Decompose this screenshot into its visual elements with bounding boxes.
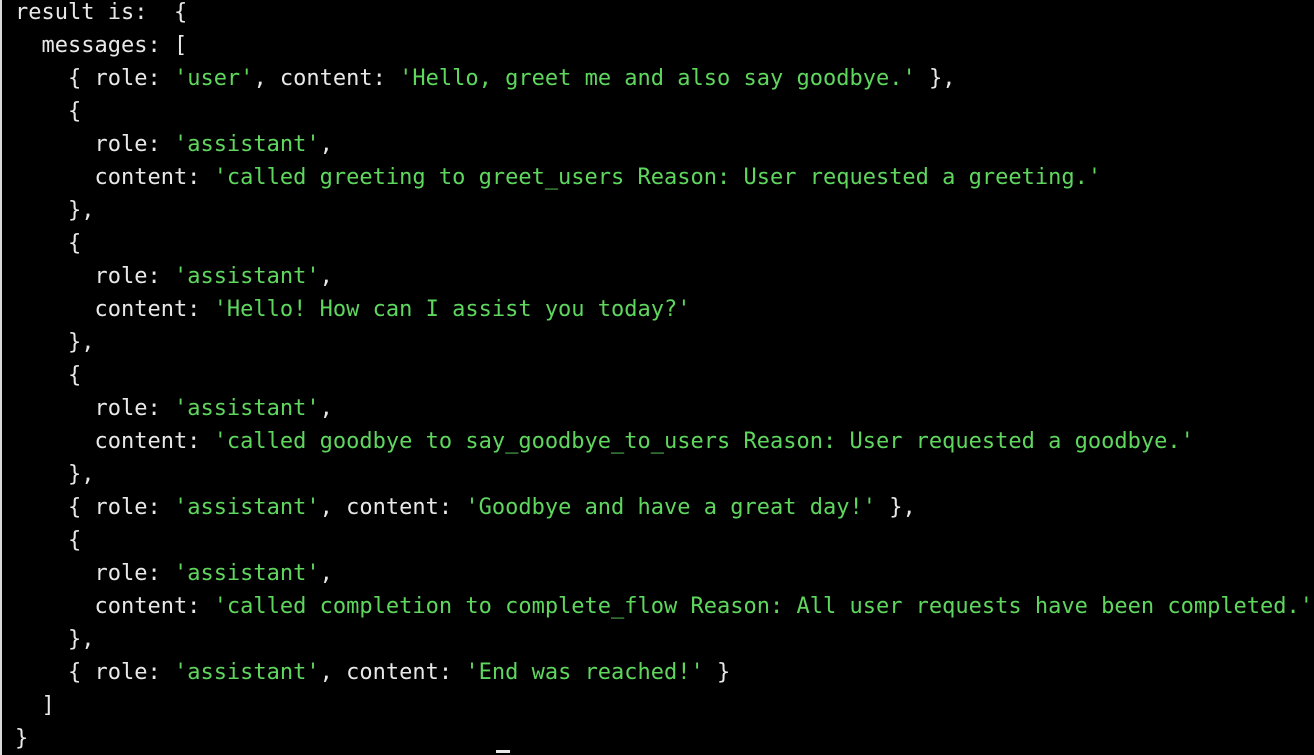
output-line: { <box>15 231 1313 264</box>
string-literal: 'assistant' <box>173 132 320 157</box>
code-text: }, <box>15 627 95 652</box>
output-line: messages: [ <box>15 33 1313 66</box>
code-text: }, <box>15 330 95 355</box>
text-cursor <box>496 750 510 753</box>
output-line: ] <box>15 693 1313 726</box>
output-line: role: 'assistant', <box>15 561 1313 594</box>
string-literal: 'assistant' <box>173 660 320 685</box>
string-literal: 'user' <box>173 66 254 91</box>
code-text: }, <box>15 198 95 223</box>
code-text: }, <box>915 66 956 91</box>
output-line: }, <box>15 330 1313 363</box>
code-text: , <box>319 132 333 157</box>
string-literal: 'Hello, greet me and also say goodbye.' <box>399 66 916 91</box>
output-line: }, <box>15 627 1313 660</box>
output-line: { <box>15 99 1313 132</box>
code-text: { role: <box>15 660 174 685</box>
output-line: { <box>15 363 1313 396</box>
string-literal: 'called completion to complete_flow Reas… <box>213 594 1314 619</box>
code-text: , content: <box>253 66 400 91</box>
code-text: content: <box>15 297 214 322</box>
code-text: role: <box>15 561 174 586</box>
output-line: { role: 'assistant', content: 'Goodbye a… <box>15 495 1313 528</box>
code-text: , content: <box>319 660 466 685</box>
string-literal: 'called greeting to greet_users Reason: … <box>213 165 1102 190</box>
code-text: }, <box>875 495 916 520</box>
terminal-output: result is: { messages: [ { role: 'user',… <box>15 0 1313 755</box>
output-line: content: 'called greeting to greet_users… <box>15 165 1313 198</box>
code-text: } <box>703 660 731 685</box>
string-literal: 'assistant' <box>173 561 320 586</box>
string-literal: 'assistant' <box>173 396 320 421</box>
string-literal: 'assistant' <box>173 495 320 520</box>
terminal-window[interactable]: result is: { messages: [ { role: 'user',… <box>0 0 1314 755</box>
code-text: content: <box>15 429 214 454</box>
code-text: role: <box>15 396 174 421</box>
string-literal: 'Goodbye and have a great day!' <box>465 495 876 520</box>
code-text: ] <box>15 693 55 718</box>
code-text: }, <box>15 462 95 487</box>
code-text: , content: <box>319 495 466 520</box>
output-line: } <box>15 726 1313 755</box>
output-line: result is: { <box>15 0 1313 33</box>
output-line: content: 'Hello! How can I assist you to… <box>15 297 1313 330</box>
output-line: role: 'assistant', <box>15 132 1313 165</box>
code-text: messages: [ <box>15 33 188 58</box>
output-line: { role: 'assistant', content: 'End was r… <box>15 660 1313 693</box>
string-literal: 'called goodbye to say_goodbye_to_users … <box>213 429 1194 454</box>
output-line: role: 'assistant', <box>15 264 1313 297</box>
code-text: , <box>319 264 333 289</box>
output-line: { <box>15 528 1313 561</box>
code-text: { <box>15 528 82 553</box>
code-text: { <box>15 363 82 388</box>
output-line: content: 'called goodbye to say_goodbye_… <box>15 429 1313 462</box>
output-line: role: 'assistant', <box>15 396 1313 429</box>
string-literal: 'End was reached!' <box>465 660 704 685</box>
string-literal: 'Hello! How can I assist you today?' <box>213 297 691 322</box>
code-text: result is: { <box>15 0 188 25</box>
code-text: { <box>15 99 82 124</box>
code-text: , <box>319 561 333 586</box>
output-line: content: 'called completion to complete_… <box>15 594 1313 627</box>
output-line: { role: 'user', content: 'Hello, greet m… <box>15 66 1313 99</box>
code-text: { <box>15 231 82 256</box>
code-text: role: <box>15 132 174 157</box>
output-line: }, <box>15 198 1313 231</box>
code-text: content: <box>15 165 214 190</box>
code-text: role: <box>15 264 174 289</box>
output-line: }, <box>15 462 1313 495</box>
code-text: content: <box>15 594 214 619</box>
code-text: { role: <box>15 66 174 91</box>
code-text: , <box>319 396 333 421</box>
string-literal: 'assistant' <box>173 264 320 289</box>
code-text: { role: <box>15 495 174 520</box>
code-text: } <box>15 726 29 751</box>
